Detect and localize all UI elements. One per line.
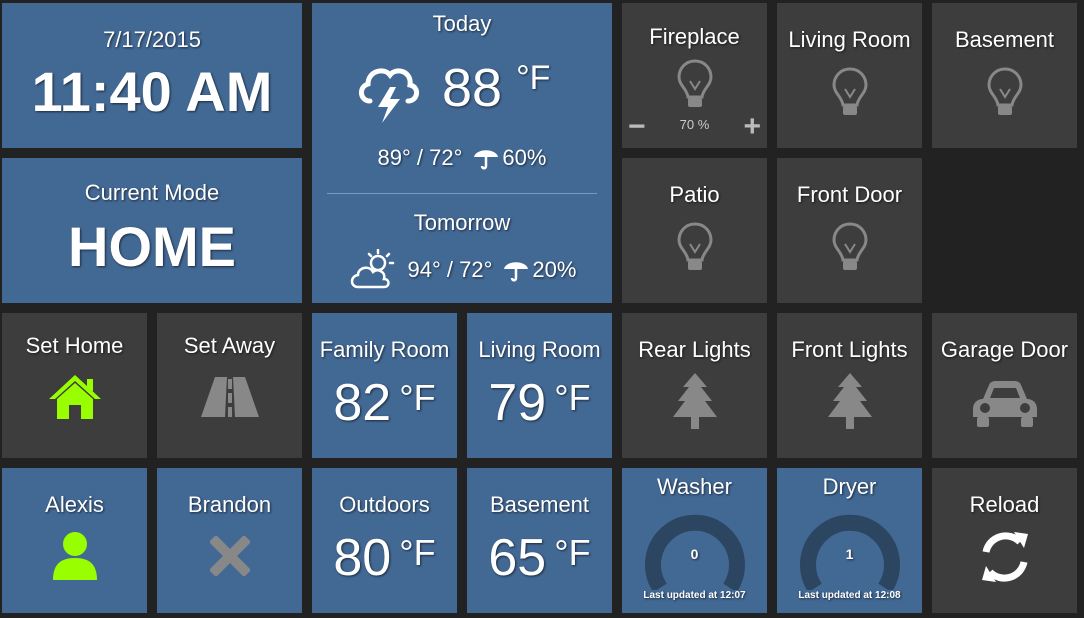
appliance-washer-value: 0 [690,546,699,562]
appliance-dryer-tile: Dryer 1 Last updated at 12:08 [777,468,922,613]
switch-garage-door-tile[interactable]: Garage Door [932,313,1077,458]
light-living-room-label: Living Room [788,27,911,52]
weather-tomorrow-hilo: 94° / 72° [407,257,493,282]
lightbulb-icon [622,222,767,272]
light-patio-tile[interactable]: Patio [622,158,767,303]
tree-icon [622,371,767,433]
appliance-washer-label: Washer [657,474,732,499]
temp-basement-value: 65 [488,529,547,587]
light-front-door-tile[interactable]: Front Door [777,158,922,303]
presence-brandon-tile[interactable]: Brandon [157,468,302,613]
weather-tile: Today 88 °F 89° / 72° 60% Tomorrow 94° / … [312,3,612,303]
light-fireplace-label: Fireplace [649,24,740,49]
weather-today-unit: °F [516,59,551,97]
umbrella-icon [472,146,500,170]
light-fireplace-tile[interactable]: Fireplace 70 % − + [622,3,767,148]
road-icon [157,375,302,419]
home-icon [2,373,147,423]
temp-basement-label: Basement [489,492,590,517]
light-basement-tile[interactable]: Basement [932,3,1077,148]
dim-plus-button[interactable]: + [743,112,761,142]
temp-family-room-label: Family Room [319,337,450,362]
weather-today-label: Today [432,11,492,36]
car-icon [932,379,1077,429]
set-home-label: Set Home [25,333,124,358]
light-front-door-label: Front Door [796,182,903,207]
light-patio-label: Patio [669,182,720,207]
temp-family-room-unit: °F [399,377,436,418]
weather-today-hilo: 89° / 72° [377,145,463,170]
umbrella-icon [502,258,530,282]
mode-tile: Current Mode HOME [2,158,302,303]
mode-label: Current Mode [84,180,220,205]
switch-garage-door-label: Garage Door [940,337,1069,362]
reload-label: Reload [969,492,1040,517]
appliance-dryer-updated: Last updated at 12:08 [798,590,901,601]
x-icon [157,536,302,576]
lightbulb-icon [932,67,1077,117]
temp-outdoors-label: Outdoors [339,492,430,517]
clock-time: 11:40 AM [31,60,273,123]
presence-alexis-label: Alexis [45,492,104,517]
lightbulb-icon [777,67,922,117]
temp-living-room-unit: °F [554,377,591,418]
temp-basement-unit: °F [554,532,591,573]
dim-minus-button[interactable]: − [628,112,646,142]
temp-family-room-value: 82 [333,374,392,432]
appliance-washer-updated: Last updated at 12:07 [643,590,746,601]
lightbulb-icon [622,59,767,109]
reload-button[interactable]: Reload [932,468,1077,613]
appliance-dryer-label: Dryer [822,474,877,499]
switch-rear-lights-tile[interactable]: Rear Lights [622,313,767,458]
temp-living-room-label: Living Room [478,337,601,362]
mode-value: HOME [68,215,236,278]
switch-rear-lights-label: Rear Lights [638,337,751,362]
temp-outdoors-unit: °F [399,532,436,573]
switch-front-lights-label: Front Lights [791,337,908,362]
clock-date: 7/17/2015 [103,27,201,52]
lightbulb-icon [777,222,922,272]
temp-living-room-value: 79 [488,374,547,432]
weather-tomorrow-label: Tomorrow [413,210,511,235]
partly-sunny-icon [348,249,398,291]
presence-brandon-label: Brandon [187,492,272,517]
presence-alexis-tile[interactable]: Alexis [2,468,147,613]
weather-divider [327,193,597,194]
weather-tomorrow-precip: 20% [532,257,577,282]
temp-outdoors-value: 80 [333,529,392,587]
temp-outdoors-tile: Outdoors 80 °F [312,468,457,613]
appliance-dryer-value: 1 [845,546,854,562]
switch-front-lights-tile[interactable]: Front Lights [777,313,922,458]
temp-basement-tile: Basement 65 °F [467,468,612,613]
temp-family-room-tile: Family Room 82 °F [312,313,457,458]
appliance-washer-tile: Washer 0 Last updated at 12:07 [622,468,767,613]
thunderstorm-icon [356,59,422,125]
set-away-tile[interactable]: Set Away [157,313,302,458]
user-icon [2,530,147,582]
tree-icon [777,371,922,433]
refresh-icon [932,530,1077,584]
light-basement-label: Basement [954,27,1055,52]
temp-living-room-tile: Living Room 79 °F [467,313,612,458]
clock-tile: 7/17/2015 11:40 AM [2,3,302,148]
set-away-label: Set Away [183,333,276,358]
weather-today-precip: 60% [502,145,547,170]
set-home-tile[interactable]: Set Home [2,313,147,458]
light-living-room-tile[interactable]: Living Room [777,3,922,148]
weather-today-temp: 88 [442,58,503,118]
